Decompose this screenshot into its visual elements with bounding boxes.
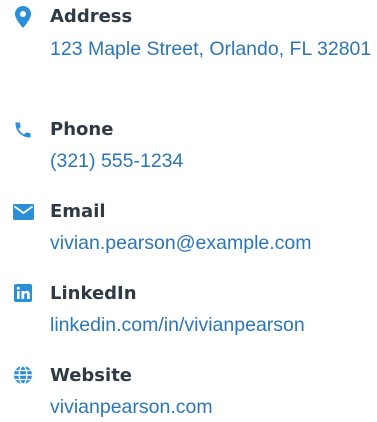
map-pin-icon <box>12 6 34 28</box>
contact-item-phone: Phone (321) 555-1234 <box>0 113 377 183</box>
globe-icon <box>12 364 34 386</box>
contact-item-address: Address 123 Maple Street, Orlando, FL 32… <box>0 0 377 105</box>
email-label: Email <box>50 201 106 222</box>
linkedin-value[interactable]: linkedin.com/in/vivianpearson <box>50 311 377 339</box>
phone-icon <box>12 119 34 141</box>
address-label: Address <box>50 6 133 27</box>
phone-value[interactable]: (321) 555-1234 <box>50 147 377 175</box>
contact-item-website: Website vivianpearson.com <box>0 359 377 422</box>
contact-item-email: Email vivian.pearson@example.com <box>0 195 377 265</box>
envelope-icon <box>12 201 34 223</box>
contact-item-linkedin: LinkedIn linkedin.com/in/vivianpearson <box>0 277 377 347</box>
linkedin-label: LinkedIn <box>50 283 137 304</box>
phone-label: Phone <box>50 119 114 140</box>
email-value[interactable]: vivian.pearson@example.com <box>50 229 377 257</box>
website-value[interactable]: vivianpearson.com <box>50 393 377 421</box>
website-label: Website <box>50 365 133 386</box>
linkedin-icon <box>12 282 34 304</box>
address-value: 123 Maple Street, Orlando, FL 32801 <box>50 38 372 60</box>
